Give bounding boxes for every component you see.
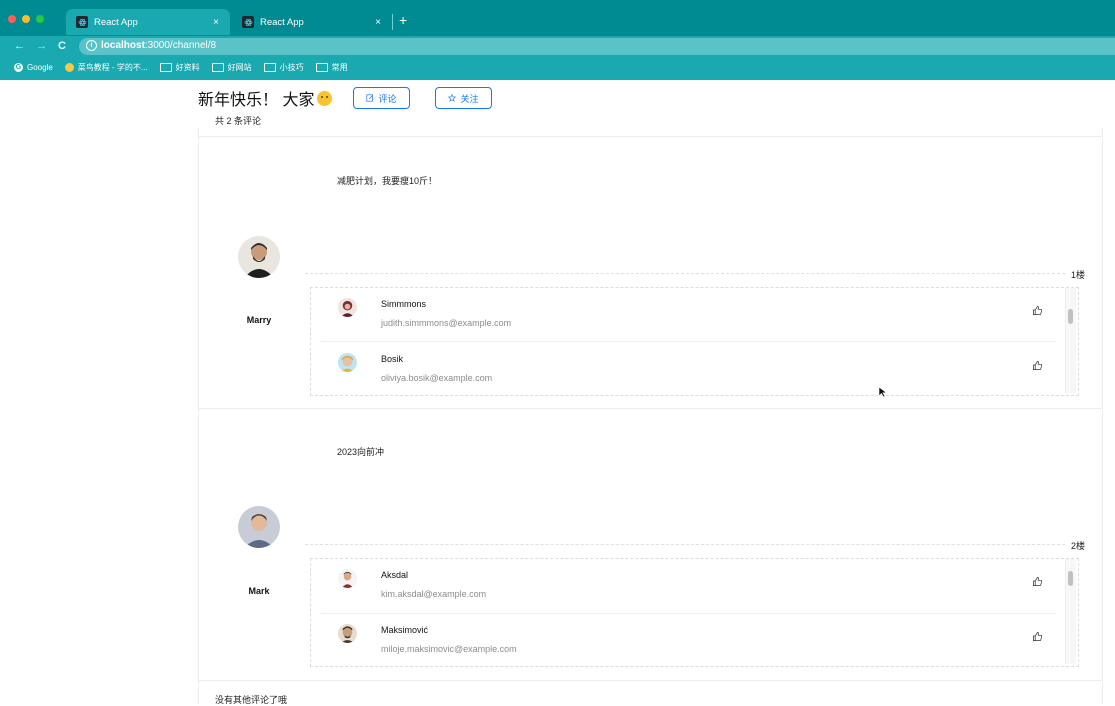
browser-tab-active[interactable]: React App × <box>66 9 230 35</box>
folder-icon <box>315 62 328 72</box>
smile-emoji-icon <box>317 90 333 106</box>
tab-close-icon[interactable]: × <box>370 17 386 28</box>
maximize-window-button[interactable] <box>36 15 44 23</box>
list-item: Aksdal kim.aksdal@example.com <box>321 559 1056 611</box>
thumbs-up-icon[interactable] <box>1032 360 1043 371</box>
tab-close-icon[interactable]: × <box>208 17 224 28</box>
bookmark-folder-common[interactable]: 常用 <box>315 62 348 73</box>
divider <box>198 136 1101 137</box>
list-item: Simmmons judith.simmmons@example.com <box>321 288 1056 340</box>
reply-scrollbar[interactable] <box>1065 559 1076 664</box>
folder-icon <box>263 62 276 72</box>
comment-button[interactable]: 评论 <box>353 87 410 109</box>
reply-email: miloje.maksimovic@example.com <box>381 644 517 654</box>
bookmarks-bar: G Google 菜鸟教程 - 学的不... 好资料 好网站 小技巧 常用 <box>0 59 360 75</box>
avatar <box>338 569 357 588</box>
reply-email: kim.aksdal@example.com <box>381 589 487 599</box>
address-bar[interactable] <box>79 38 1115 55</box>
tab-title: React App <box>94 16 138 28</box>
floor-label: 1楼 <box>1071 270 1086 280</box>
google-icon: G <box>14 62 23 72</box>
thumbs-up-icon[interactable] <box>1032 631 1043 642</box>
runoob-icon <box>64 62 74 72</box>
avatar <box>338 353 357 372</box>
folder-icon <box>211 62 224 72</box>
floor-label: 2楼 <box>1071 541 1086 551</box>
thumbs-up-icon[interactable] <box>1032 305 1043 316</box>
info-icon[interactable]: i <box>86 40 97 51</box>
edit-icon <box>366 94 374 102</box>
tab-separator <box>392 14 393 30</box>
minimize-window-button[interactable] <box>22 15 30 23</box>
forward-arrow-icon[interactable]: → <box>36 40 47 52</box>
avatar <box>238 506 280 548</box>
reply-list[interactable]: Simmmons judith.simmmons@example.com Bos… <box>310 287 1079 396</box>
comment-text: 2023向前冲 <box>337 447 385 457</box>
reply-name: Maksimović <box>381 625 429 635</box>
reply-email: oliviya.bosik@example.com <box>381 373 493 383</box>
divider <box>198 408 1101 409</box>
address-url[interactable]: localhost:3000/channel/8 <box>101 40 216 51</box>
bookmark-folder-sites[interactable]: 好网站 <box>211 62 252 73</box>
page-title: 新年快乐！ 大家 <box>198 92 315 109</box>
react-icon <box>242 16 254 28</box>
reply-name: Simmmons <box>381 299 427 309</box>
divider <box>198 680 1101 681</box>
reply-scrollbar[interactable] <box>1065 288 1076 393</box>
scrollbar-thumb[interactable] <box>1068 309 1073 324</box>
bookmark-google[interactable]: G Google <box>0 62 53 72</box>
follow-button[interactable]: 关注 <box>435 87 492 109</box>
thumbs-up-icon[interactable] <box>1032 576 1043 587</box>
page-header: 新年快乐！ 大家 <box>198 86 333 110</box>
reply-name: Aksdal <box>381 570 409 580</box>
tab-title: React App <box>260 16 304 28</box>
bookmark-runoob[interactable]: 菜鸟教程 - 学的不... <box>64 62 148 73</box>
close-window-button[interactable] <box>8 15 16 23</box>
comment-username[interactable]: Mark <box>229 586 289 596</box>
reply-list[interactable]: Aksdal kim.aksdal@example.com Maksimović… <box>310 558 1079 667</box>
avatar <box>238 236 280 278</box>
list-item: Maksimović miloje.maksimovic@example.com <box>321 614 1056 666</box>
floor-divider <box>305 273 1065 274</box>
bookmark-folder-resources[interactable]: 好资料 <box>159 62 200 73</box>
react-icon <box>76 16 88 28</box>
divider <box>321 341 1056 342</box>
reload-icon[interactable]: C <box>58 40 66 52</box>
scrollbar-thumb[interactable] <box>1068 571 1073 586</box>
reply-email: judith.simmmons@example.com <box>381 318 512 328</box>
list-item: Bosik oliviya.bosik@example.com <box>321 343 1056 395</box>
floor-divider <box>305 544 1065 545</box>
comment-username[interactable]: Marry <box>229 315 289 325</box>
no-more-comments: 没有其他评论了哦 <box>215 695 288 705</box>
comment-count: 共 2 条评论 <box>215 116 262 126</box>
mouse-cursor-icon <box>878 386 888 398</box>
bookmark-folder-tips[interactable]: 小技巧 <box>263 62 304 73</box>
avatar <box>338 624 357 643</box>
reply-name: Bosik <box>381 354 404 364</box>
avatar <box>338 298 357 317</box>
folder-icon <box>159 62 172 72</box>
star-icon <box>448 94 457 102</box>
back-arrow-icon[interactable]: ← <box>14 40 25 52</box>
new-tab-button[interactable]: + <box>399 13 407 27</box>
browser-tab[interactable]: React App × <box>232 9 392 35</box>
comment-text: 减肥计划，我要瘦10斤！ <box>337 176 438 186</box>
